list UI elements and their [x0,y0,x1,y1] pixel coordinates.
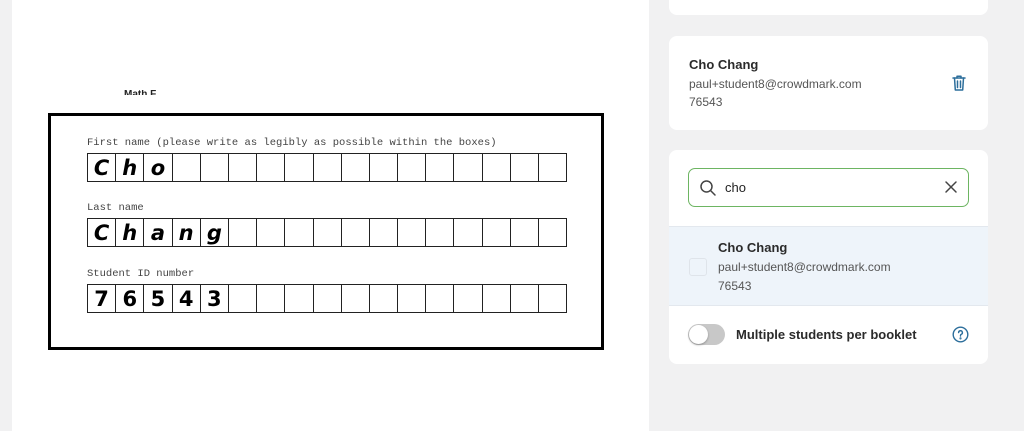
first-name-char-box: o [144,153,173,182]
first-name-char-box [257,153,286,182]
first-name-char-box: C [88,153,117,182]
search-box [688,168,969,207]
student-id-char-box [426,284,455,313]
first-name-char-box [426,153,455,182]
last-name-char-box [285,218,314,247]
search-icon [699,179,717,197]
student-id-char-box [510,284,539,313]
student-id-boxes: 76543 [87,284,568,313]
student-id-char-box [369,284,399,313]
last-name-char-box [341,218,370,247]
student-search-card: Cho Chang paul+student8@crowdmark.com 76… [669,150,988,364]
trash-icon[interactable] [949,73,969,93]
student-id-char-box [228,284,258,313]
matched-student-name: Cho Chang [689,57,759,72]
last-name-char-box [510,218,539,247]
student-id-form: First name (please write as legibly as p… [48,113,604,350]
student-id-char-box [313,284,342,313]
search-result-item[interactable]: Cho Chang paul+student8@crowdmark.com 76… [669,226,988,306]
first-name-char-box [200,153,229,182]
last-name-char-box [369,218,399,247]
first-name-char-box [285,153,314,182]
student-id-char-box: 7 [88,284,117,313]
last-name-char-box [257,218,286,247]
student-id-char-box: 3 [200,284,229,313]
matched-student-email: paul+student8@crowdmark.com [689,77,862,91]
last-name-char-box: C [88,218,117,247]
student-id-char-box: 5 [144,284,173,313]
first-name-boxes: Cho [87,153,568,182]
first-name-label: First name (please write as legibly as p… [87,137,497,149]
student-id-char-box [482,284,511,313]
last-name-char-box: h [116,218,145,247]
first-name-char-box [454,153,483,182]
first-name-char-box: h [116,153,145,182]
matched-student-card: Cho Chang paul+student8@crowdmark.com 76… [669,36,988,130]
toggle-knob [689,325,708,344]
last-name-char-box [228,218,258,247]
first-name-char-box [369,153,399,182]
first-name-char-box [341,153,370,182]
last-name-char-box [482,218,511,247]
previous-card [669,0,988,15]
help-icon[interactable] [952,326,969,343]
result-select-checkbox[interactable] [689,258,707,276]
student-id-char-box [341,284,370,313]
first-name-char-box [398,153,427,182]
last-name-char-box [539,218,568,247]
last-name-label: Last name [87,202,144,214]
result-student-email: paul+student8@crowdmark.com [718,260,891,274]
last-name-char-box: a [144,218,173,247]
last-name-char-box [313,218,342,247]
result-student-id: 76543 [718,279,752,293]
result-student-name: Cho Chang [718,240,788,255]
student-id-char-box: 6 [116,284,145,313]
first-name-char-box [539,153,568,182]
first-name-char-box [313,153,342,182]
clipped-heading: Math F [124,90,156,95]
student-id-char-box [285,284,314,313]
matched-student-id: 76543 [689,95,723,109]
last-name-char-box [454,218,483,247]
last-name-char-box: g [200,218,229,247]
booklet-page-view: Math F First name (please write as legib… [12,0,649,431]
clear-search-icon[interactable] [944,180,958,194]
student-id-char-box [398,284,427,313]
student-id-char-box [257,284,286,313]
last-name-char-box: n [172,218,201,247]
first-name-char-box [482,153,511,182]
student-id-char-box [454,284,483,313]
multiple-students-toggle[interactable] [688,324,725,345]
student-id-char-box [539,284,568,313]
multiple-students-label: Multiple students per booklet [736,327,917,342]
first-name-char-box [228,153,258,182]
student-search-input[interactable] [725,177,925,197]
student-id-char-box: 4 [172,284,201,313]
last-name-boxes: Chang [87,218,568,247]
first-name-char-box [510,153,539,182]
first-name-char-box [172,153,201,182]
last-name-char-box [398,218,427,247]
student-id-label: Student ID number [87,268,195,280]
last-name-char-box [426,218,455,247]
